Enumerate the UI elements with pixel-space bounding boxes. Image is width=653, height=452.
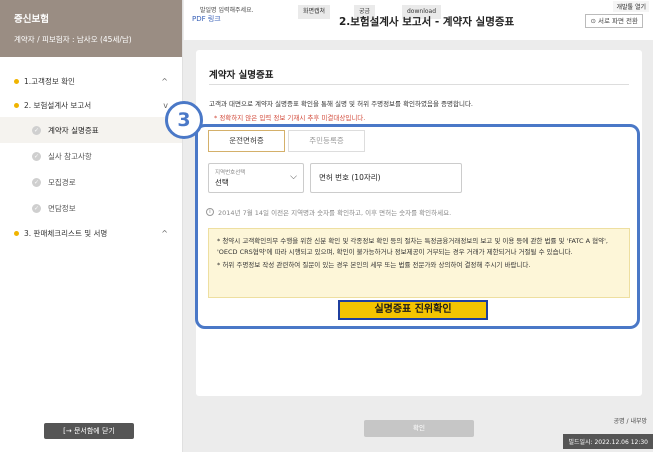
sidebar-section-customer[interactable]: 1.고객정보 확인 ^ <box>0 69 182 93</box>
section-label: 1.고객정보 확인 <box>24 76 75 86</box>
check-icon: ✓ <box>32 125 41 135</box>
sidebar-nav: 1.고객정보 확인 ^ 2. 보험설계사 보고서 v ✓ 계약자 실명증표 ✓ … <box>0 57 182 245</box>
capture-button[interactable]: 화면캡쳐 <box>298 5 331 19</box>
sidebar-item-interview[interactable]: ✓ 면담정보 <box>0 195 182 221</box>
info-note: i 2014년 7월 14일 이전은 지역명과 숫자를 확인하고, 이후 면허는… <box>206 207 451 217</box>
notice-line: * 청약시 고객확인의무 수행을 위한 신분 확인 및 각종정보 확인 등의 절… <box>217 237 608 256</box>
region-label: 지역번호선택 <box>215 170 246 176</box>
verify-id-button[interactable]: 실명증표 진위확인 <box>338 300 488 320</box>
sidebar-item-channel[interactable]: ✓ 모집경로 <box>0 169 182 195</box>
chevron-down-icon: ⌵ <box>290 172 297 182</box>
divider <box>209 84 629 85</box>
item-label: 실사 참고사항 <box>48 151 92 161</box>
notice-box: * 청약시 고객확인의무 수행을 위한 신분 확인 및 각종정보 확인 등의 절… <box>208 228 630 298</box>
sidebar-item-id-proof[interactable]: ✓ 계약자 실명증표 <box>0 117 182 143</box>
view-toggle-button[interactable]: ⊙ 서로 파면 전환 <box>585 14 643 28</box>
top-bar: PDF 링크 발일명 입력해주세요. 화면캡쳐 궁금 download 2.보험… <box>184 0 653 40</box>
sidebar-item-notes[interactable]: ✓ 실사 참고사항 <box>0 143 182 169</box>
tab-drivers-license[interactable]: 운전면허증 <box>208 130 285 152</box>
page-title: 2.보험설계사 보고서 - 계약자 실명증표 <box>339 16 515 28</box>
network-label: 공명 / 내부망 <box>613 418 647 425</box>
sidebar: 증신보험 계약자 / 피보험자 : 남사오 (45세/남) 1.고객정보 확인 … <box>0 0 183 452</box>
overlay-text: 발일명 입력해주세요. <box>200 7 254 14</box>
info-icon: i <box>206 208 214 216</box>
close-document-button[interactable]: [→ 문서함에 닫기 <box>44 423 134 439</box>
card-title: 계약자 실명증표 <box>209 70 274 81</box>
section-label: 2. 보험설계사 보고서 <box>24 100 92 110</box>
check-icon: ✓ <box>32 203 41 213</box>
chevron-up-icon: ^ <box>161 228 168 238</box>
dev-tools-button[interactable]: 개발툴 열기 <box>613 1 649 12</box>
company-name: 증신보험 <box>14 14 49 25</box>
item-label: 모집경로 <box>48 177 76 187</box>
item-label: 면담정보 <box>48 203 76 213</box>
dot-icon <box>14 102 19 108</box>
chevron-up-icon: ^ <box>161 76 168 86</box>
card-description: 고객과 대면으로 계약자 실명증표 확인을 통해 실명 및 허위 주명정보를 확… <box>209 100 473 108</box>
pdf-link[interactable]: PDF 링크 <box>192 14 221 24</box>
customer-info: 계약자 / 피보험자 : 남사오 (45세/남) <box>14 35 132 44</box>
chevron-down-icon: v <box>163 100 168 110</box>
region-value: 선택 <box>215 178 229 187</box>
item-label: 계약자 실명증표 <box>48 125 99 135</box>
sidebar-header: 증신보험 계약자 / 피보험자 : 남사오 (45세/남) <box>0 0 182 57</box>
section-label: 3. 판매체크리스트 및 서명 <box>24 228 108 238</box>
sidebar-section-report[interactable]: 2. 보험설계사 보고서 v <box>0 93 182 117</box>
step-badge: 3 <box>165 101 203 139</box>
warning-text: * 정확하지 않은 입력 정보 기재시 추후 미결대상입니다. <box>214 114 366 122</box>
info-text: 2014년 7월 14일 이전은 지역명과 숫자를 확인하고, 이후 면허는 숫… <box>218 209 452 217</box>
license-number-input[interactable]: 면허 번호 (10자리) <box>310 163 462 193</box>
check-icon: ✓ <box>32 151 41 161</box>
dot-icon <box>14 230 19 236</box>
check-icon: ✓ <box>32 177 41 187</box>
dot-icon <box>14 78 19 84</box>
tab-resident-card[interactable]: 주민등록증 <box>288 130 365 152</box>
sidebar-section-checklist[interactable]: 3. 판매체크리스트 및 서명 ^ <box>0 221 182 245</box>
confirm-button[interactable]: 확인 <box>364 420 474 437</box>
region-select[interactable]: 지역번호선택 선택 ⌵ <box>208 163 304 193</box>
build-date: 빌드일시: 2022.12.06 12:30 <box>563 434 653 449</box>
notice-line: * 허위 주명정보 작성 관련하여 질문이 있는 경우 본인의 세무 또는 법률… <box>217 261 531 269</box>
id-proof-card: 계약자 실명증표 고객과 대면으로 계약자 실명증표 확인을 통해 실명 및 허… <box>196 50 642 396</box>
